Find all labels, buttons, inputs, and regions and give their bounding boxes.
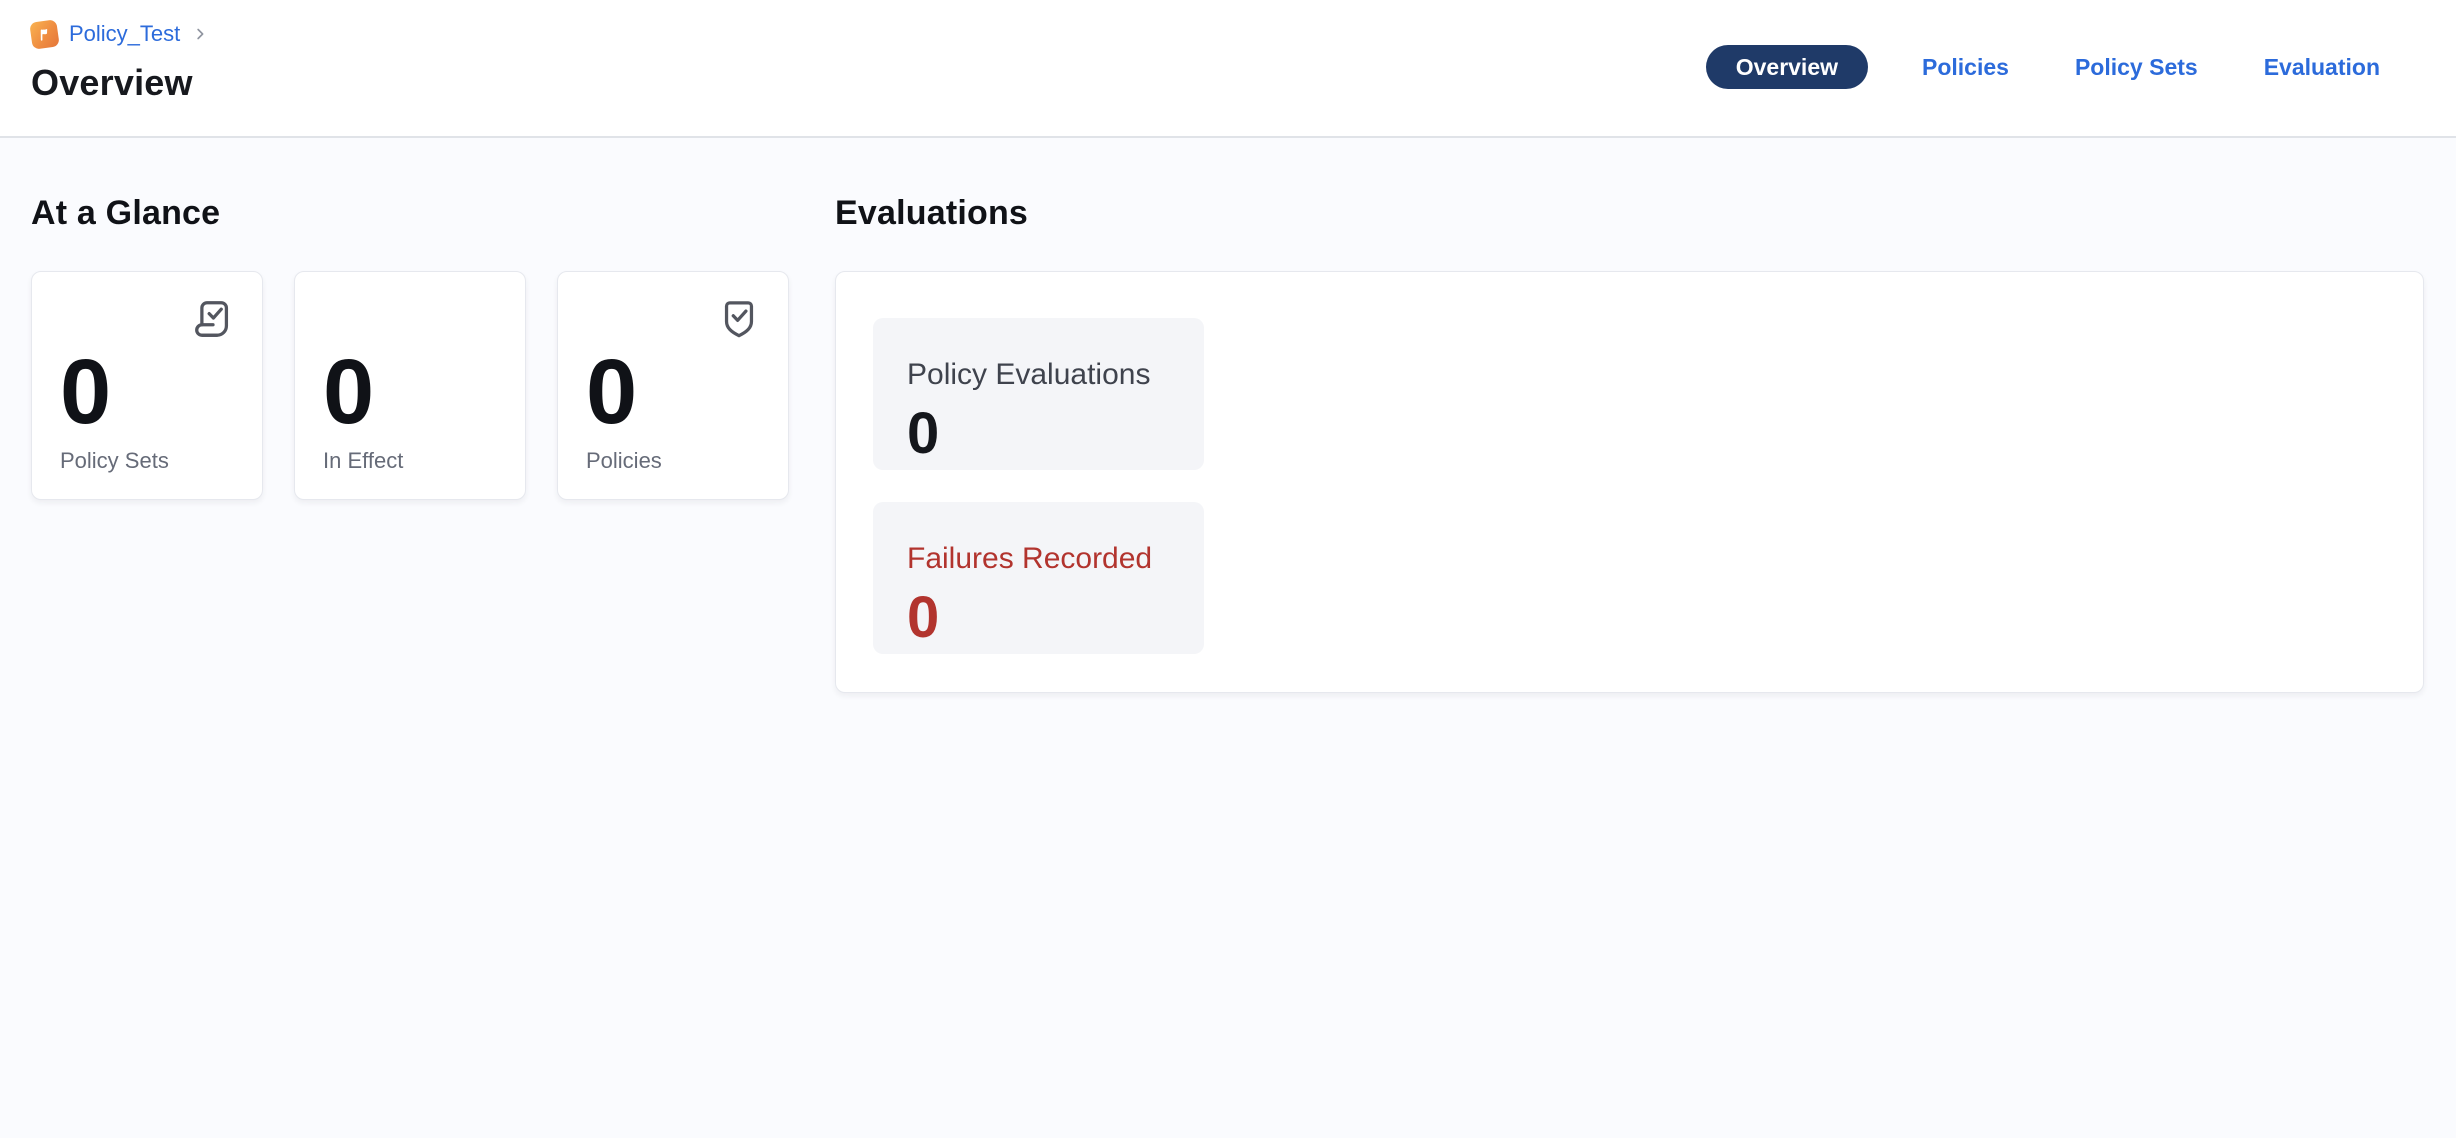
policy-evaluations-count: 0 <box>907 405 1170 463</box>
in-effect-count: 0 <box>323 346 497 438</box>
tab-policies[interactable]: Policies <box>1910 45 2021 89</box>
policies-count: 0 <box>586 346 760 438</box>
scroll-check-icon <box>190 296 236 342</box>
breadcrumb: Policy_Test <box>31 20 2392 48</box>
evaluations-panel: Policy Evaluations 0 Failures Recorded 0 <box>835 271 2424 693</box>
shield-check-icon <box>716 296 762 342</box>
sentinel-flag-icon <box>29 19 59 49</box>
in-effect-label: In Effect <box>323 448 497 474</box>
failures-recorded-tile: Failures Recorded 0 <box>873 502 1204 654</box>
policy-sets-count: 0 <box>60 346 234 438</box>
evaluations-heading: Evaluations <box>835 194 2424 233</box>
page-header: Policy_Test Overview Overview Policies P… <box>0 0 2456 138</box>
tab-overview[interactable]: Overview <box>1706 45 1868 89</box>
in-effect-card: 0 In Effect <box>294 271 526 500</box>
policy-evaluations-label: Policy Evaluations <box>907 358 1170 393</box>
policies-label: Policies <box>586 448 760 474</box>
chevron-right-icon <box>191 25 209 43</box>
policy-sets-label: Policy Sets <box>60 448 234 474</box>
tab-policy-sets[interactable]: Policy Sets <box>2063 45 2210 89</box>
main-content: At a Glance 0 Policy Sets 0 In Effect <box>0 138 2456 693</box>
breadcrumb-workspace-link[interactable]: Policy_Test <box>69 20 180 48</box>
top-navigation: Overview Policies Policy Sets Evaluation <box>1706 45 2392 89</box>
policy-sets-card: 0 Policy Sets <box>31 271 263 500</box>
at-a-glance-heading: At a Glance <box>31 194 789 233</box>
tab-evaluation[interactable]: Evaluation <box>2252 45 2392 89</box>
policies-card: 0 Policies <box>557 271 789 500</box>
failures-recorded-count: 0 <box>907 589 1170 647</box>
glance-card-row: 0 Policy Sets 0 In Effect 0 Policies <box>31 271 789 500</box>
failures-recorded-label: Failures Recorded <box>907 542 1170 577</box>
evaluations-section: Evaluations Policy Evaluations 0 Failure… <box>835 194 2424 693</box>
policy-evaluations-tile: Policy Evaluations 0 <box>873 318 1204 470</box>
at-a-glance-section: At a Glance 0 Policy Sets 0 In Effect <box>31 194 789 500</box>
